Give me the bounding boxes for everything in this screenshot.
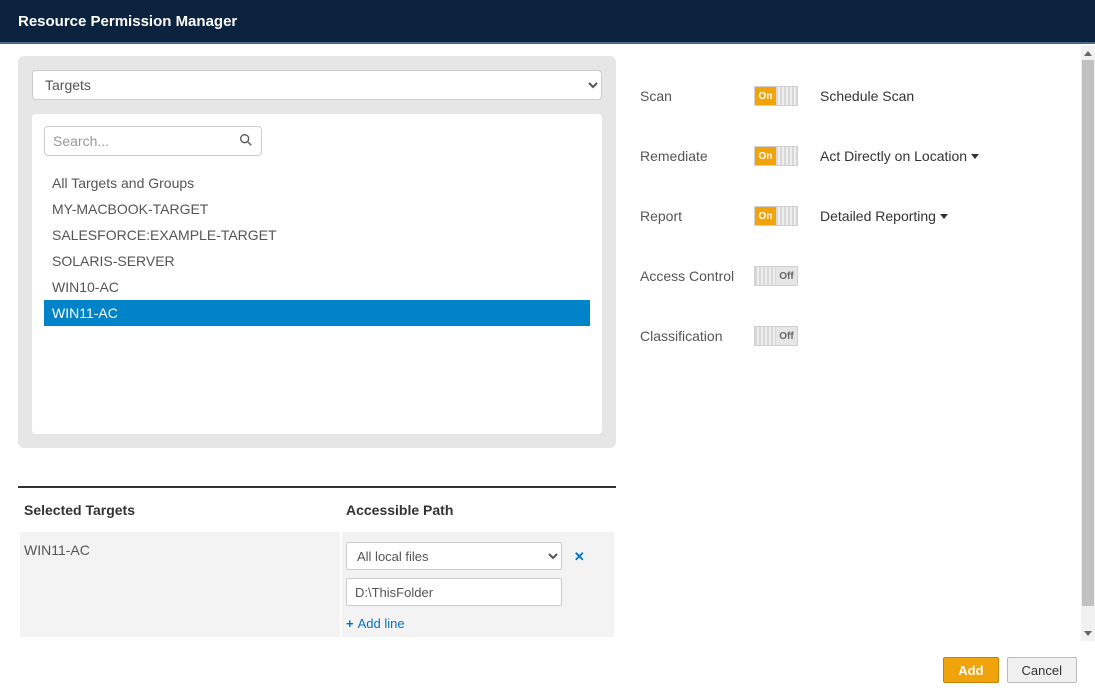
arrow-up-icon — [1084, 51, 1092, 56]
report-action-dropdown[interactable]: Detailed Reporting — [820, 208, 948, 224]
toggle-on-label: On — [755, 147, 776, 165]
toggle-access-control[interactable]: On Off — [754, 266, 798, 286]
setting-access-control-label: Access Control — [640, 268, 754, 284]
page-title: Resource Permission Manager — [18, 13, 237, 30]
setting-access-control-row: Access Control On Off — [640, 246, 979, 306]
path-type-select[interactable]: All local files — [346, 542, 562, 570]
targets-dropdown[interactable]: Targets — [32, 70, 602, 100]
toggle-on-label: On — [755, 327, 776, 345]
target-item-selected[interactable]: WIN11-AC — [44, 300, 590, 326]
left-column: Targets All Targets and Groups MY-MACBOO… — [0, 44, 618, 639]
toggle-off-label: Off — [776, 207, 797, 225]
remove-path-icon[interactable]: ✕ — [566, 549, 585, 564]
schedule-scan-link[interactable]: Schedule Scan — [820, 88, 914, 104]
search-icon — [238, 132, 254, 148]
setting-scan-label: Scan — [640, 88, 754, 104]
arrow-down-icon — [1084, 631, 1092, 636]
setting-action-text: Schedule Scan — [820, 88, 914, 104]
toggle-off-label: Off — [776, 147, 797, 165]
targets-panel: Targets All Targets and Groups MY-MACBOO… — [18, 56, 616, 448]
add-line-label: Add line — [358, 616, 405, 631]
search-input[interactable] — [44, 126, 262, 156]
toggle-report[interactable]: On Off — [754, 206, 798, 226]
add-line-button[interactable]: + Add line — [346, 616, 405, 631]
setting-classification-label: Classification — [640, 328, 754, 344]
toggle-on-label: On — [755, 87, 776, 105]
setting-remediate-row: Remediate On Off Act Directly on Locatio… — [640, 126, 979, 186]
toggle-off-label: Off — [776, 87, 797, 105]
setting-report-row: Report On Off Detailed Reporting — [640, 186, 979, 246]
path-value-input[interactable] — [346, 578, 562, 606]
main-content: Targets All Targets and Groups MY-MACBOO… — [0, 44, 1095, 639]
col-header-path: Accessible Path — [342, 490, 614, 530]
toggle-off-label: Off — [776, 327, 797, 345]
vertical-scrollbar[interactable] — [1081, 46, 1095, 641]
chevron-down-icon — [971, 154, 979, 159]
footer-buttons: Add Cancel — [943, 657, 1077, 683]
cancel-button[interactable]: Cancel — [1007, 657, 1077, 683]
toggle-remediate[interactable]: On Off — [754, 146, 798, 166]
toggle-classification[interactable]: On Off — [754, 326, 798, 346]
target-item[interactable]: SALESFORCE:EXAMPLE-TARGET — [44, 222, 590, 248]
col-header-target: Selected Targets — [20, 490, 340, 530]
selected-target-path-cell: All local files ✕ + Add line — [342, 532, 614, 637]
table-row: WIN11-AC All local files ✕ + Add line — [20, 532, 614, 637]
target-item[interactable]: MY-MACBOOK-TARGET — [44, 196, 590, 222]
toggle-scan[interactable]: On Off — [754, 86, 798, 106]
search-wrap — [44, 126, 262, 156]
chevron-down-icon — [940, 214, 948, 219]
plus-icon: + — [346, 616, 354, 631]
remediate-action-dropdown[interactable]: Act Directly on Location — [820, 148, 979, 164]
selected-target-name: WIN11-AC — [20, 532, 340, 637]
toggle-off-label: Off — [776, 267, 797, 285]
setting-remediate-label: Remediate — [640, 148, 754, 164]
scrollbar-arrow-up[interactable] — [1081, 46, 1095, 60]
app-header: Resource Permission Manager — [0, 0, 1095, 44]
setting-action-text: Act Directly on Location — [820, 148, 967, 164]
selected-targets-table: Selected Targets Accessible Path WIN11-A… — [18, 486, 616, 639]
target-item[interactable]: All Targets and Groups — [44, 170, 590, 196]
scrollbar-thumb[interactable] — [1082, 46, 1094, 606]
toggle-on-label: On — [755, 207, 776, 225]
right-column: Scan On Off Schedule Scan Remediate On O… — [618, 44, 979, 639]
setting-scan-row: Scan On Off Schedule Scan — [640, 66, 979, 126]
target-item[interactable]: SOLARIS-SERVER — [44, 248, 590, 274]
setting-action-text: Detailed Reporting — [820, 208, 936, 224]
toggle-on-label: On — [755, 267, 776, 285]
setting-classification-row: Classification On Off — [640, 306, 979, 366]
targets-list-box: All Targets and Groups MY-MACBOOK-TARGET… — [32, 114, 602, 434]
target-item[interactable]: WIN10-AC — [44, 274, 590, 300]
add-button[interactable]: Add — [943, 657, 998, 683]
setting-report-label: Report — [640, 208, 754, 224]
scrollbar-arrow-down[interactable] — [1081, 626, 1095, 640]
target-list: All Targets and Groups MY-MACBOOK-TARGET… — [44, 170, 590, 326]
